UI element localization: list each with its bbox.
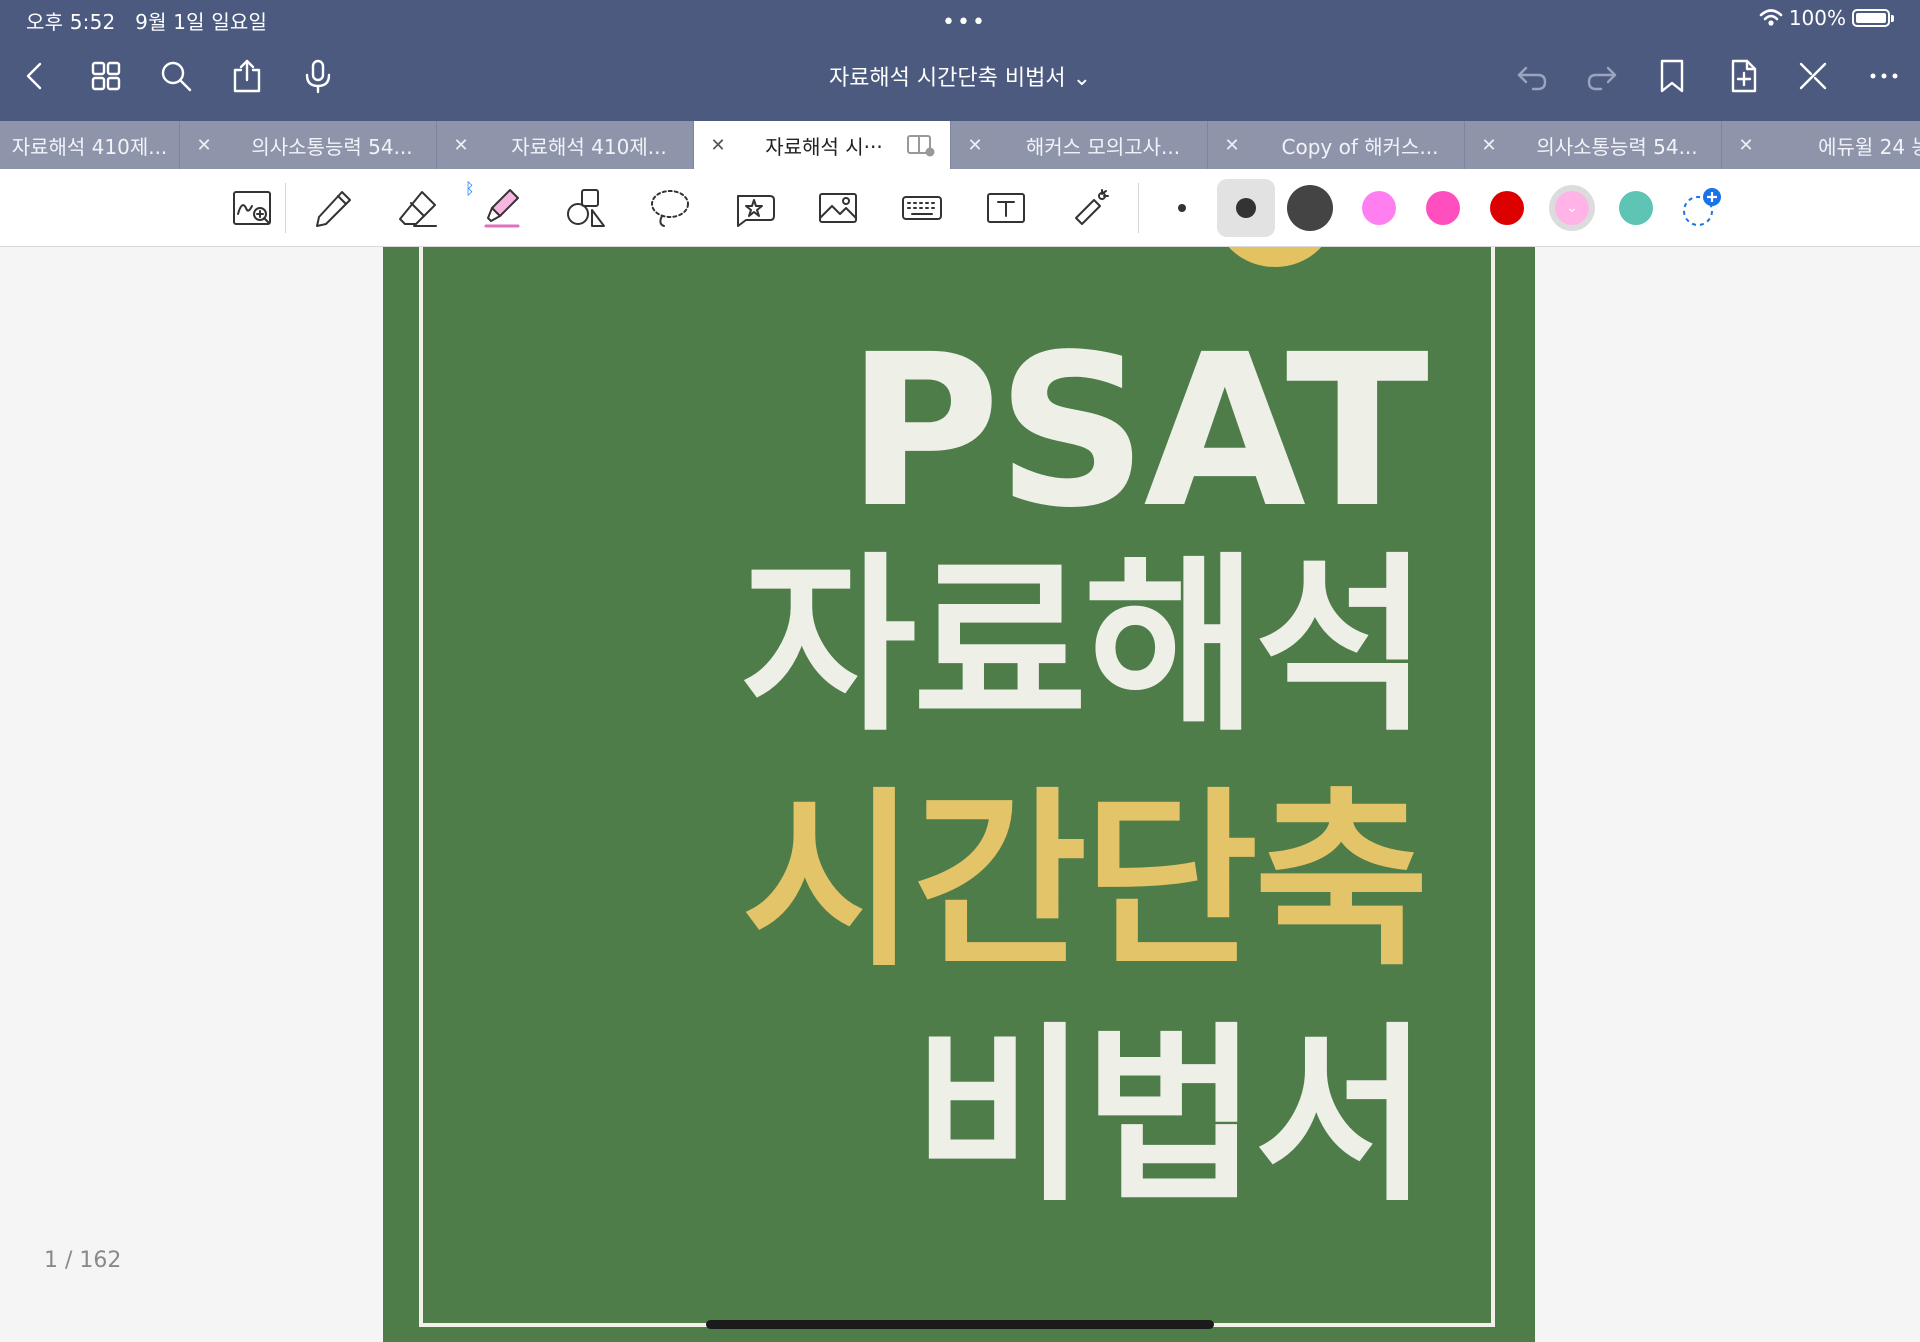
tab-close-icon[interactable]: ✕ xyxy=(1208,135,1256,156)
tab-3[interactable]: ✕ 자료해석 410제... xyxy=(437,121,694,169)
microphone-icon[interactable] xyxy=(298,56,338,96)
cover-line-highlight: 시간단축 xyxy=(741,771,1429,992)
cover-line-psat: PSAT xyxy=(846,309,1429,554)
tab-label: 의사소통능력 54... xyxy=(251,134,413,159)
tab-2[interactable]: ✕ 의사소통능력 54... xyxy=(180,121,437,169)
tab-7[interactable]: ✕ 의사소통능력 54... xyxy=(1465,121,1722,169)
tab-label: 에듀윌 24 농 xyxy=(1818,134,1920,159)
battery-percent: 100% xyxy=(1788,6,1846,30)
tab-8[interactable]: ✕ 에듀윌 24 농 xyxy=(1722,121,1920,169)
lasso-icon[interactable] xyxy=(645,183,695,233)
image-icon[interactable] xyxy=(813,183,863,233)
eraser-icon[interactable] xyxy=(393,183,443,233)
document-title-button[interactable]: 자료해석 시간단축 비법서 ⌄ xyxy=(829,66,1091,91)
document-title: 자료해석 시간단축 비법서 ⌄ xyxy=(0,60,1920,92)
status-date: 9월 1일 일요일 xyxy=(135,10,268,34)
tab-label: 자료해석 시··· xyxy=(765,134,883,159)
thickness-small-swatch[interactable] xyxy=(1178,204,1186,212)
tab-4-active[interactable]: ✕ 자료해석 시··· xyxy=(694,121,951,169)
color-pale-pink-swatch[interactable]: ⌄ xyxy=(1555,191,1589,225)
search-icon[interactable] xyxy=(156,56,196,96)
more-icon[interactable] xyxy=(1864,56,1904,96)
tool-bar: ᛒ ⌄ xyxy=(0,169,1920,247)
battery-icon xyxy=(1852,9,1894,27)
color-teal-swatch[interactable] xyxy=(1619,191,1653,225)
color-pink-swatch[interactable] xyxy=(1426,191,1460,225)
tab-bar: 자료해석 410제... ✕ 의사소통능력 54... ✕ 자료해석 410제.… xyxy=(0,121,1920,169)
add-page-icon[interactable] xyxy=(1723,56,1763,96)
share-icon[interactable] xyxy=(227,56,267,96)
color-red-swatch[interactable] xyxy=(1490,191,1524,225)
redo-icon[interactable] xyxy=(1582,56,1622,96)
zoom-write-icon[interactable] xyxy=(227,183,277,233)
tab-close-icon[interactable]: ✕ xyxy=(180,135,228,156)
tab-label: 의사소통능력 54... xyxy=(1536,134,1698,159)
highlighter-icon[interactable] xyxy=(477,183,527,233)
laser-pointer-icon[interactable] xyxy=(1065,183,1115,233)
status-time-date: 오후 5:52 9월 1일 일요일 xyxy=(26,6,267,35)
tab-close-icon[interactable]: ✕ xyxy=(1465,135,1513,156)
tab-close-icon[interactable]: ✕ xyxy=(1722,135,1770,156)
grid-icon[interactable] xyxy=(86,56,126,96)
tab-label: 해커스 모의고사... xyxy=(1025,134,1181,159)
bluetooth-icon: ᛒ xyxy=(465,179,475,198)
tab-1[interactable]: 자료해석 410제... xyxy=(0,121,180,169)
close-edit-icon[interactable] xyxy=(1793,56,1833,96)
cover-line-guide: 비법서 xyxy=(912,1006,1429,1227)
tab-close-icon[interactable]: ✕ xyxy=(437,135,485,156)
cover-line-subject: 자료해석 xyxy=(741,536,1429,757)
sticker-icon[interactable] xyxy=(729,183,779,233)
pen-icon[interactable] xyxy=(309,183,359,233)
back-icon[interactable] xyxy=(16,56,56,96)
status-right: 100% xyxy=(1759,6,1894,30)
tab-label: 자료해석 410제... xyxy=(511,134,667,159)
tab-close-icon[interactable]: ✕ xyxy=(951,135,999,156)
color-light-pink-swatch[interactable] xyxy=(1362,191,1396,225)
document-page[interactable]: PSAT 자료해석 시간단축 비법서 xyxy=(383,247,1535,1342)
undo-icon[interactable] xyxy=(1512,56,1552,96)
tab-close-icon[interactable]: ✕ xyxy=(694,135,742,156)
add-color-icon[interactable] xyxy=(1680,187,1724,231)
split-view-icon[interactable] xyxy=(906,133,936,157)
top-bar: 오후 5:52 9월 1일 일요일 ••• 100% 자료해석 시간단축 비법서… xyxy=(0,0,1920,121)
status-time: 오후 5:52 xyxy=(26,10,116,34)
wifi-icon xyxy=(1759,9,1783,26)
tab-5[interactable]: ✕ 해커스 모의고사... xyxy=(951,121,1208,169)
home-indicator[interactable] xyxy=(706,1320,1214,1329)
tab-label: 자료해석 410제... xyxy=(11,134,168,159)
textbox-icon[interactable] xyxy=(981,183,1031,233)
tab-6[interactable]: ✕ Copy of 해커스... xyxy=(1208,121,1465,169)
shapes-icon[interactable] xyxy=(561,183,611,233)
multitasking-dots[interactable]: ••• xyxy=(942,10,987,35)
thickness-medium-swatch[interactable] xyxy=(1236,198,1256,218)
thickness-large-swatch[interactable] xyxy=(1287,185,1333,231)
tab-label: Copy of 해커스... xyxy=(1281,134,1439,159)
keyboard-icon[interactable] xyxy=(897,183,947,233)
page-counter: 1 / 162 xyxy=(44,1248,122,1273)
bookmark-icon[interactable] xyxy=(1652,56,1692,96)
